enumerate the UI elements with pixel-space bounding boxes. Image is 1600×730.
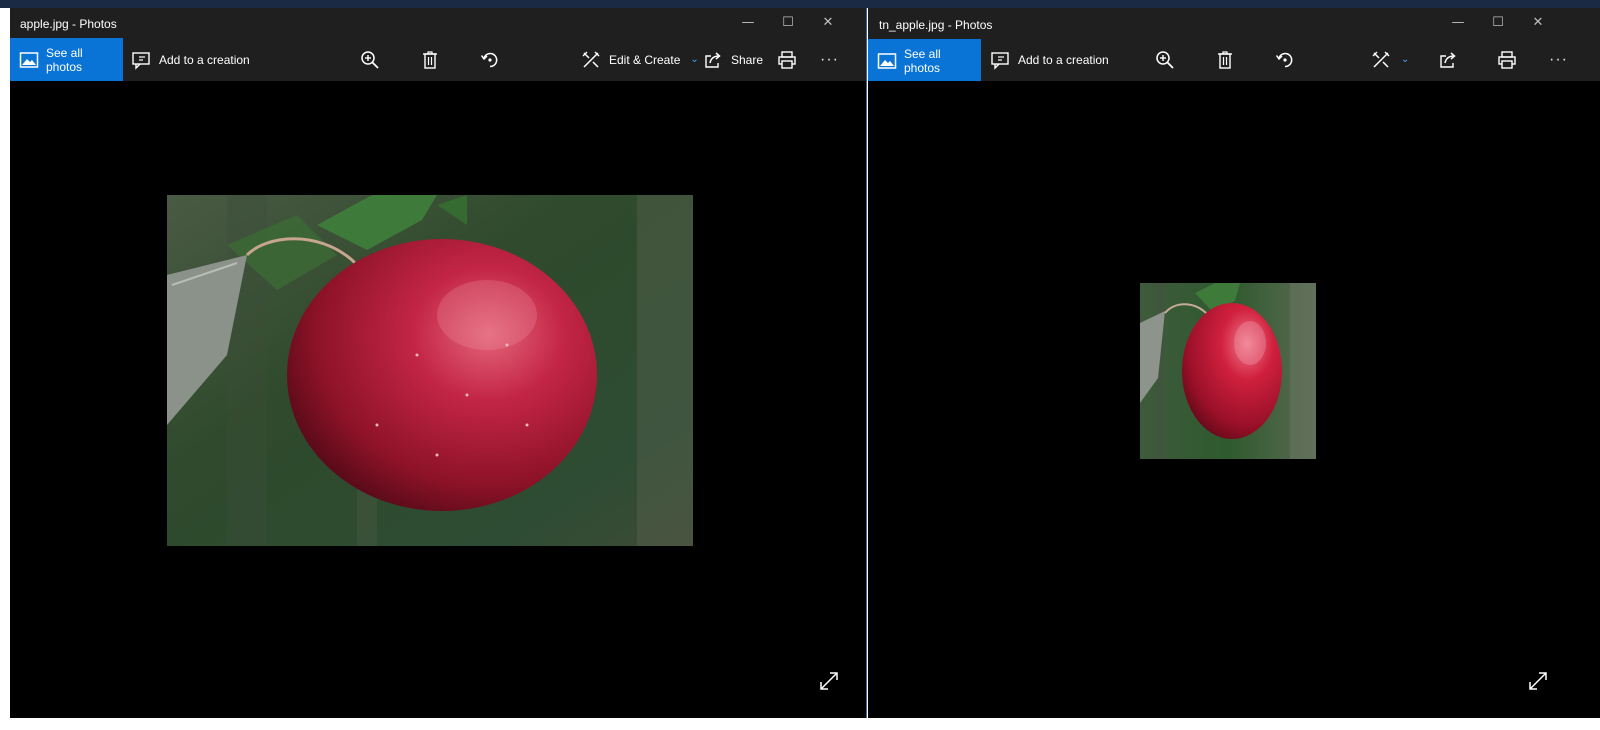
edit-create-button[interactable]: ⌄ (1371, 38, 1409, 81)
desktop-edge (0, 0, 1600, 8)
photos-icon (19, 50, 39, 70)
share-button[interactable] (1438, 38, 1458, 81)
delete-button[interactable] (420, 38, 440, 81)
chevron-down-icon: ⌄ (1401, 54, 1410, 65)
edit-create-button[interactable]: Edit & Create ⌄ (581, 38, 699, 81)
creation-icon (131, 50, 151, 70)
share-label: Share (731, 52, 764, 67)
zoom-in-icon (360, 50, 380, 70)
zoom-in-button[interactable] (360, 38, 380, 81)
print-icon (1497, 50, 1517, 70)
window-title: tn_apple.jpg - Photos (879, 18, 993, 32)
more-options-button[interactable]: ··· (820, 38, 839, 81)
rotate-icon (1275, 50, 1295, 70)
toolbar: See all photos Add to a creation (10, 38, 866, 81)
print-icon (777, 50, 797, 70)
delete-button[interactable] (1215, 38, 1235, 81)
photos-window-left: apple.jpg - Photos — ☐ ✕ See all photos … (10, 8, 867, 718)
maximize-button[interactable]: ☐ (768, 8, 808, 38)
add-to-creation-label: Add to a creation (159, 52, 250, 67)
expand-icon[interactable] (1527, 670, 1549, 692)
trash-icon (420, 50, 440, 70)
zoom-in-button[interactable] (1155, 38, 1175, 81)
close-button[interactable]: ✕ (808, 8, 848, 38)
see-all-photos-label: See all photos (904, 46, 941, 75)
see-all-photos-label: See all photos (46, 45, 83, 74)
zoom-in-icon (1155, 50, 1175, 70)
edit-create-icon (581, 50, 601, 70)
edit-create-icon (1371, 50, 1391, 70)
photos-window-right: tn_apple.jpg - Photos — ☐ ✕ See all phot… (868, 8, 1600, 718)
share-button[interactable]: Share (703, 38, 763, 81)
share-icon (1438, 50, 1458, 70)
close-button[interactable]: ✕ (1518, 8, 1558, 38)
photo-stage (10, 81, 866, 718)
add-to-creation-button[interactable]: Add to a creation (990, 38, 1109, 81)
titlebar: apple.jpg - Photos — ☐ ✕ (10, 8, 866, 38)
minimize-button[interactable]: — (1438, 8, 1478, 38)
more-options-button[interactable]: ··· (1549, 38, 1568, 81)
toolbar: See all photos Add to a creation (868, 38, 1600, 82)
rotate-icon (480, 50, 500, 70)
photos-icon (877, 51, 897, 71)
minimize-button[interactable]: — (728, 8, 768, 38)
print-button[interactable] (777, 38, 797, 81)
add-to-creation-label: Add to a creation (1018, 52, 1109, 67)
chevron-down-icon: ⌄ (690, 54, 699, 65)
maximize-button[interactable]: ☐ (1478, 8, 1518, 38)
desktop-bottom (0, 718, 1600, 730)
creation-icon (990, 50, 1010, 70)
share-icon (703, 50, 723, 70)
trash-icon (1215, 50, 1235, 70)
photo-image (167, 195, 693, 546)
rotate-button[interactable] (1275, 38, 1295, 81)
edit-create-label: Edit & Create (609, 52, 681, 67)
photo-image (1140, 283, 1316, 459)
rotate-button[interactable] (480, 38, 500, 81)
photo-stage (868, 81, 1600, 718)
see-all-photos-button[interactable]: See all photos (10, 38, 123, 81)
expand-icon[interactable] (818, 670, 840, 692)
print-button[interactable] (1497, 38, 1517, 81)
window-title: apple.jpg - Photos (20, 17, 117, 31)
titlebar: tn_apple.jpg - Photos — ☐ ✕ (868, 8, 1600, 38)
add-to-creation-button[interactable]: Add to a creation (131, 38, 250, 81)
see-all-photos-button[interactable]: See all photos (868, 39, 981, 82)
